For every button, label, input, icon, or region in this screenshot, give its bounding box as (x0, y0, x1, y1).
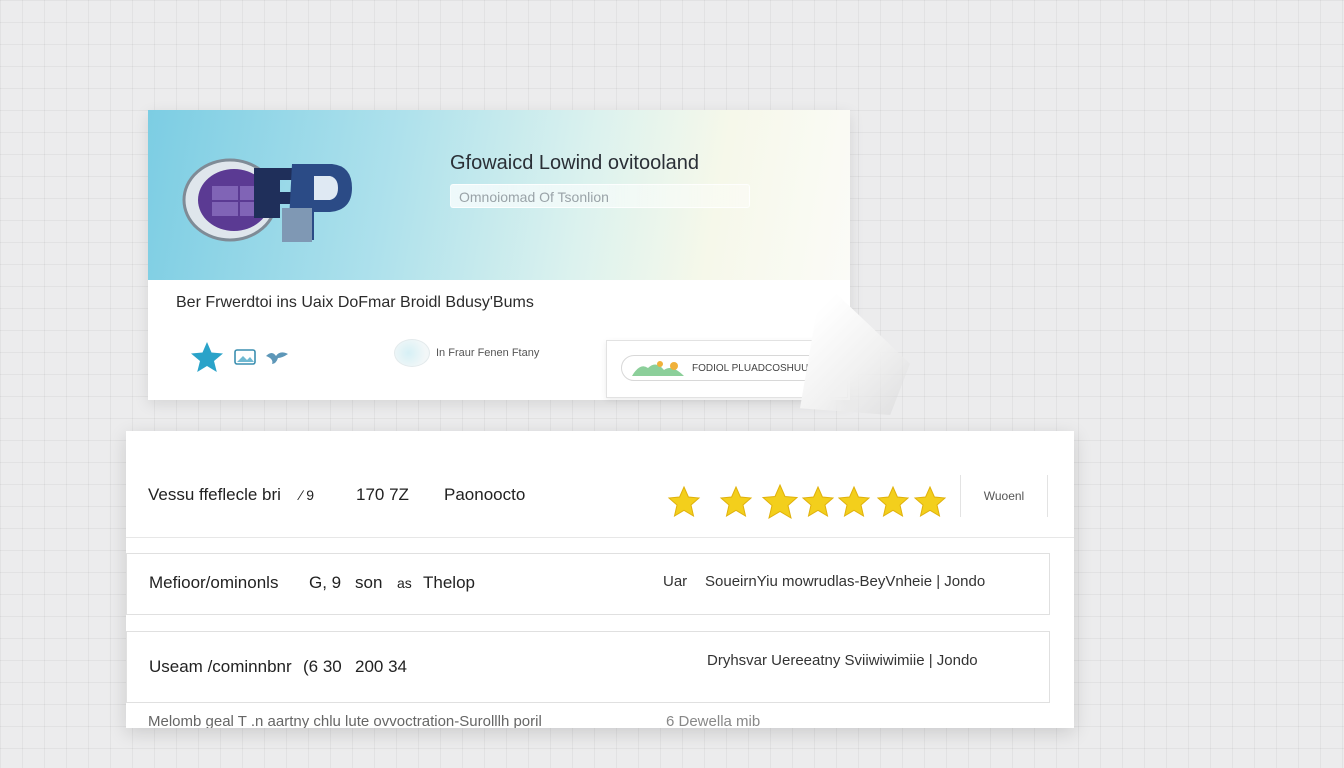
row-meta-prefix: Uar (663, 573, 688, 590)
row-value: 170 7Z (356, 485, 409, 504)
star-icon (801, 485, 835, 518)
callout-label: FODIOL PLUADCOSHUUP (692, 362, 815, 374)
row-value: Paonoocto (444, 485, 526, 504)
preview-tag[interactable]: In Fraur Fenen Ftany (394, 338, 539, 368)
rating-stars[interactable] (664, 483, 954, 523)
section-subheading: Ber Frwerdtoi ins Uaix DoFmar Broidl Bdu… (176, 294, 534, 311)
row-name: Melomb geal T .n aartny chlu lute ovvoct… (148, 713, 542, 728)
row-value: G, 9 (309, 573, 342, 592)
preview-tag-label: In Fraur Fenen Ftany (436, 347, 540, 359)
listing-panel: Vessu ffeflecle bri ∕ 9 170 7Z Paonoocto… (126, 431, 1074, 728)
list-item[interactable]: Useam /cominnbnr (6 30 200 34 Dryhsvar U… (126, 631, 1050, 703)
row-separator: aѕ (397, 575, 412, 591)
product-header-card: Gfowaicd Lowind ovitooland Omnoiomad Of … (148, 110, 850, 400)
star-icon (761, 483, 799, 520)
row-name: Useam /cominnbnr (149, 657, 292, 676)
landscape-icon (632, 361, 684, 376)
star-icon[interactable] (188, 340, 226, 374)
row-value: 200 34 (355, 657, 407, 676)
star-icon (876, 485, 910, 518)
list-item[interactable]: Mefioor/ominonls G, 9 son aѕ Thelop Uar … (126, 553, 1050, 615)
row-value: (6 30 (303, 657, 342, 676)
preview-thumbnail (394, 339, 430, 367)
star-icon (913, 485, 947, 518)
bird-icon[interactable] (264, 348, 290, 366)
row-value: son (355, 573, 383, 592)
row-name: Mefioor/ominonls (149, 573, 279, 592)
list-item[interactable]: Melomb geal T .n aartny chlu lute ovvoct… (126, 711, 1074, 728)
row-meta[interactable]: Dryhsvar Uereeatny Sviiwiwimiie | Jondo (707, 652, 978, 669)
star-icon (667, 485, 701, 518)
banner-search-field[interactable]: Omnoiomad Of Tsonlion (450, 184, 750, 208)
row-name: Vessu ffeflecle bri (148, 485, 281, 504)
brand-logo (182, 158, 352, 242)
header-banner: Gfowaicd Lowind ovitooland Omnoiomad Of … (148, 110, 850, 280)
row-value: 6 Dewella mib (666, 713, 761, 728)
star-icon (719, 485, 753, 518)
row-value: ∕ 9 (300, 487, 315, 503)
product-title: Gfowaicd Lowind ovitooland (450, 152, 700, 174)
star-icon (837, 485, 871, 518)
rating-label: Wuoenl (960, 475, 1048, 517)
callout-pill[interactable]: FODIOL PLUADCOSHUUP (621, 355, 827, 381)
list-item[interactable]: Vessu ffeflecle bri ∕ 9 170 7Z Paonoocto… (126, 431, 1074, 538)
image-icon[interactable] (234, 348, 256, 366)
row-meta[interactable]: SoueirnYiu mowrudlas-BeyVnheie | Jondo (705, 573, 985, 590)
row-value: Thelop (423, 573, 475, 592)
toolbar-icons (188, 340, 290, 374)
